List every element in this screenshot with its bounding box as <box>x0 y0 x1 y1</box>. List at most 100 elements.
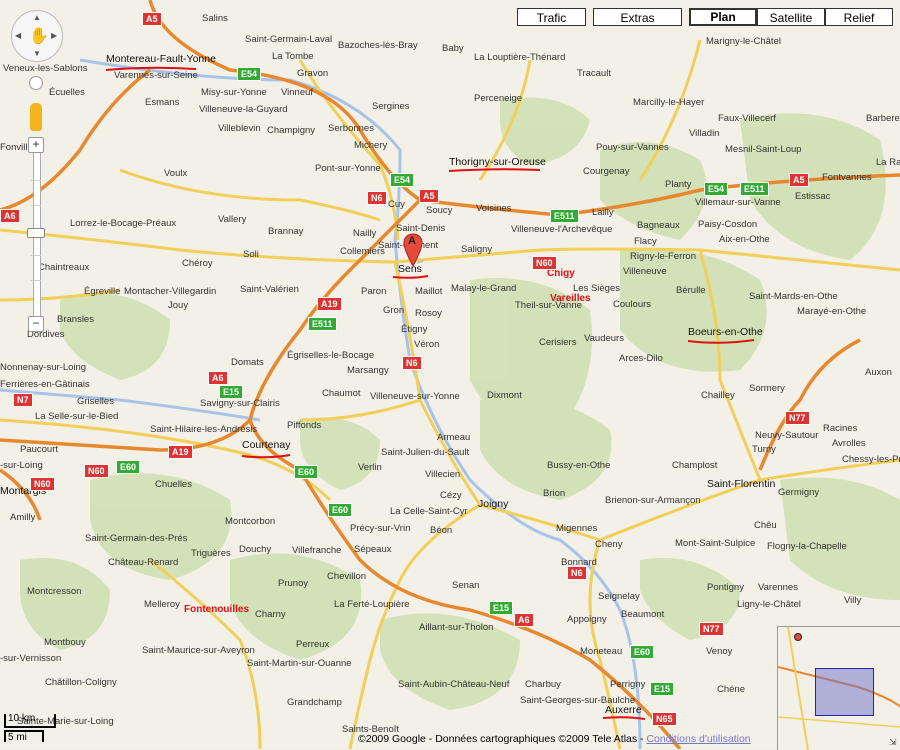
hand-icon: ✋ <box>29 28 49 45</box>
place-label: Champlost <box>672 460 718 471</box>
place-label: Auxon <box>865 367 892 378</box>
place-label: Chaintreaux <box>38 262 90 273</box>
place-label: Neuvy-Sautour <box>755 430 819 441</box>
map-canvas[interactable]: Salins Saint-Germain-Laval La Tombe Bazoche… <box>0 0 900 749</box>
place-label: Jouy <box>168 300 189 311</box>
place-label: Villeneuve-la-Guyard <box>199 104 288 115</box>
road-shield: N60 <box>532 256 557 270</box>
place-label: Piffonds <box>287 420 322 431</box>
road-shield: E60 <box>630 645 655 659</box>
pan-right-icon[interactable]: ▶ <box>51 31 57 40</box>
road-shield: E54 <box>704 182 729 196</box>
plan-button[interactable]: Plan <box>689 8 757 26</box>
pegman-icon[interactable] <box>30 103 42 131</box>
copyright-text: ©2009 Google - Données cartographiques ©… <box>358 733 647 745</box>
place-label: Villadin <box>689 128 720 139</box>
place-label: Chuelles <box>155 479 192 490</box>
place-label: Villeblevin <box>218 123 261 134</box>
place-label: Auxerre <box>605 704 642 716</box>
place-label: Voulx <box>164 168 188 179</box>
place-label: Courtenay <box>242 439 291 451</box>
place-label: Nailly <box>353 228 377 239</box>
extras-button[interactable]: Extras <box>593 8 682 26</box>
relief-button[interactable]: Relief <box>825 8 893 26</box>
place-label: Chéroy <box>182 258 213 269</box>
place-label: Misy-sur-Yonne <box>201 87 267 98</box>
road-shield: A19 <box>317 297 342 311</box>
zoom-out-button[interactable]: − <box>28 316 44 332</box>
road-shield: E60 <box>328 503 353 517</box>
pan-control[interactable]: ▲ ▼ ◀ ▶ ✋ <box>11 10 63 62</box>
place-label: Armeau <box>437 432 471 443</box>
place-label: Avrolles <box>832 438 866 449</box>
road-shield: E15 <box>219 385 244 399</box>
overview-viewport[interactable] <box>815 668 874 716</box>
place-label: Marigny-le-Châtel <box>706 36 781 47</box>
place-label: Griselles <box>77 396 114 407</box>
marker-label: A <box>408 235 416 247</box>
place-label: Migennes <box>556 523 598 534</box>
place-label: Ferrières-en-Gâtinais <box>0 379 90 390</box>
place-label: Seignelay <box>598 591 640 602</box>
place-label: Montereau-Fault-Yonne <box>106 53 216 65</box>
place-label: Saint-Martin-sur-Ouanne <box>247 658 352 669</box>
place-label: Estissac <box>795 191 831 202</box>
place-label: Faux-Villecerf <box>718 113 776 124</box>
overview-map[interactable]: ⇲ <box>777 626 900 750</box>
navigation-control: ▲ ▼ ◀ ▶ ✋ <box>11 10 63 62</box>
place-label: Saint-Florentin <box>707 478 776 490</box>
place-label: Collemiers <box>340 246 385 257</box>
place-label: Villeneuve-sur-Yonne <box>370 391 460 402</box>
place-label: Esmans <box>145 97 180 108</box>
place-label: Château-Renard <box>108 557 179 568</box>
pan-up-icon[interactable]: ▲ <box>33 13 41 22</box>
traffic-button[interactable]: Trafic <box>517 8 586 26</box>
place-label: Rosoy <box>415 308 442 319</box>
road-shield: E54 <box>237 67 262 81</box>
place-label: Charny <box>255 609 286 620</box>
place-label: Paron <box>361 286 387 297</box>
pan-left-icon[interactable]: ◀ <box>15 31 21 40</box>
place-label: Marsangy <box>347 365 389 376</box>
place-label: Cézy <box>440 490 462 501</box>
place-label: Chevillon <box>327 571 367 582</box>
overview-toggle-icon[interactable]: ⇲ <box>889 738 898 747</box>
road-shield: E60 <box>294 465 319 479</box>
place-label: Pont-sur-Yonne <box>315 163 381 174</box>
place-label: Maillot <box>415 286 443 297</box>
place-label: La Selle-sur-le-Bied <box>35 411 119 422</box>
place-label: Saint-Hilaire-les-Andrésis <box>150 424 258 435</box>
location-marker-a[interactable]: A <box>403 233 430 272</box>
zoom-slider-knob[interactable] <box>27 228 45 238</box>
place-label: Sormery <box>749 383 785 394</box>
center-icon[interactable] <box>29 76 43 90</box>
place-label: Châtillon-Coligny <box>45 677 117 688</box>
place-label: Appoigny <box>567 614 607 625</box>
place-label: La Ferté-Loupière <box>334 599 410 610</box>
satellite-button[interactable]: Satellite <box>757 8 825 26</box>
place-label: Senan <box>452 580 480 591</box>
place-label: Saint-Germain-Laval <box>245 34 333 45</box>
place-label: Cheny <box>595 539 623 550</box>
terms-link[interactable]: Conditions d'utilisation <box>646 733 750 745</box>
place-label: Serbonnes <box>328 123 374 134</box>
road-shield: N77 <box>699 622 724 636</box>
place-label: Cerisiers <box>539 337 577 348</box>
zoom-in-button[interactable]: + <box>28 137 44 153</box>
place-label: Sépeaux <box>354 544 392 555</box>
place-label: Bussy-en-Othe <box>547 460 611 471</box>
road-shield: N77 <box>785 411 810 425</box>
place-label: Bérulle <box>676 285 706 296</box>
place-label: Chessy-les-Prés <box>842 454 900 465</box>
road-shield: N65 <box>652 712 677 726</box>
road-shield: A5 <box>142 12 162 26</box>
place-label: Beaumont <box>621 609 665 620</box>
road-shield: N7 <box>13 393 33 407</box>
road-shield: E511 <box>740 182 769 196</box>
pan-down-icon[interactable]: ▼ <box>33 49 41 58</box>
place-label: Pouy-sur-Vannes <box>596 142 669 153</box>
road-shield: A6 <box>0 209 20 223</box>
place-label: Bagneaux <box>637 220 680 231</box>
place-label: Saint-Maurice-sur-Aveyron <box>142 645 255 656</box>
place-label: Tracault <box>577 68 611 79</box>
